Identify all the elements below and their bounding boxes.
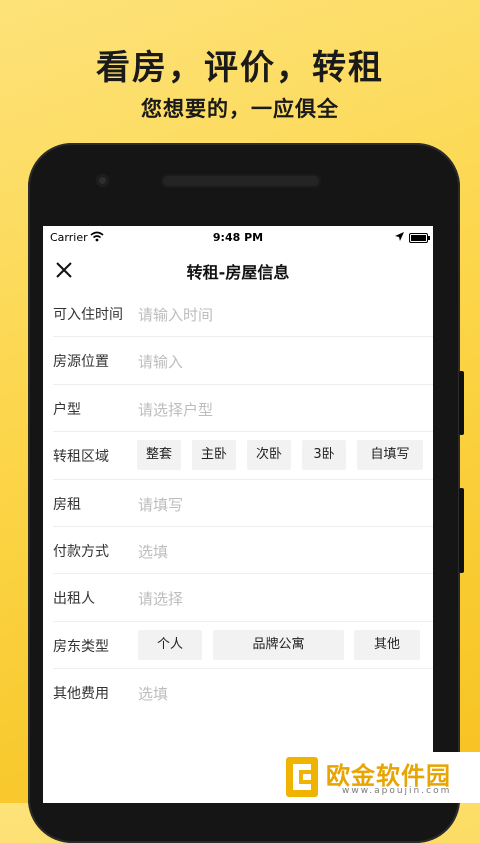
status-bar: Carrier 9:48 PM (43, 226, 433, 250)
landlord-option-individual[interactable]: 个人 (138, 629, 202, 660)
rent-input[interactable]: 请填写 (138, 494, 183, 515)
location-row[interactable]: 房源位置 请输入 (53, 337, 433, 385)
watermark-url: www.apoujin.com (342, 786, 452, 796)
page-title: 转租-房屋信息 (186, 263, 290, 282)
move-in-time-row[interactable]: 可入住时间 请输入时间 (53, 290, 433, 338)
lessor-label: 出租人 (53, 591, 95, 608)
payment-row[interactable]: 付款方式 选填 (53, 527, 433, 575)
status-time: 9:48 PM (212, 231, 264, 244)
rent-label: 房租 (53, 496, 81, 513)
lessor-select[interactable]: 请选择 (138, 588, 183, 609)
landlord-type-row: 房东类型 个人 品牌公寓 其他 (53, 622, 433, 670)
sublet-option-whole[interactable]: 整套 (137, 440, 181, 471)
payment-input[interactable]: 选填 (138, 541, 168, 562)
location-label: 房源位置 (53, 354, 109, 371)
other-fees-label: 其他费用 (53, 686, 109, 703)
promo-title: 看房，评价，转租 (96, 48, 384, 88)
sublet-option-custom[interactable]: 自填写 (357, 440, 423, 471)
sublet-option-master[interactable]: 主卧 (192, 440, 236, 471)
logo-mark-icon (285, 756, 319, 798)
landlord-option-other[interactable]: 其他 (354, 629, 420, 660)
camera-icon (96, 174, 109, 187)
other-fees-row[interactable]: 其他费用 选填 (53, 669, 433, 716)
lessor-row[interactable]: 出租人 请选择 (53, 574, 433, 622)
sublet-option-third[interactable]: 3卧 (302, 440, 346, 471)
power-button (459, 488, 464, 573)
location-input[interactable]: 请输入 (138, 351, 183, 372)
volume-button (459, 371, 464, 435)
navigation-bar: 转租-房屋信息 (43, 250, 433, 290)
house-info-form: 可入住时间 请输入时间 房源位置 请输入 户型 请选择户型 转租区域 整套 主卧… (53, 290, 433, 717)
battery-icon (409, 233, 430, 243)
layout-label: 户型 (53, 401, 81, 418)
other-fees-input[interactable]: 选填 (138, 683, 168, 704)
promo-subtitle: 您想要的，一应俱全 (141, 97, 339, 121)
sublet-option-second[interactable]: 次卧 (247, 440, 291, 471)
payment-label: 付款方式 (53, 543, 109, 560)
speaker-grille (161, 174, 321, 188)
app-screen: Carrier 9:48 PM 转租-房屋信息 可入住时间 请输入时间 房源位置… (43, 226, 433, 803)
landlord-option-brand-apartment[interactable]: 品牌公寓 (213, 629, 344, 660)
rent-row[interactable]: 房租 请填写 (53, 480, 433, 527)
move-in-time-input[interactable]: 请输入时间 (138, 304, 213, 325)
sublet-area-label: 转租区域 (53, 449, 109, 466)
watermark-logo: 欧金软件园 www.apoujin.com (282, 752, 480, 803)
sublet-area-row: 转租区域 整套 主卧 次卧 3卧 自填写 (53, 432, 433, 480)
layout-select[interactable]: 请选择户型 (138, 399, 213, 420)
move-in-time-label: 可入住时间 (53, 307, 123, 323)
location-arrow-icon (395, 231, 404, 244)
landlord-type-label: 房东类型 (53, 638, 109, 655)
layout-row[interactable]: 户型 请选择户型 (53, 385, 433, 433)
